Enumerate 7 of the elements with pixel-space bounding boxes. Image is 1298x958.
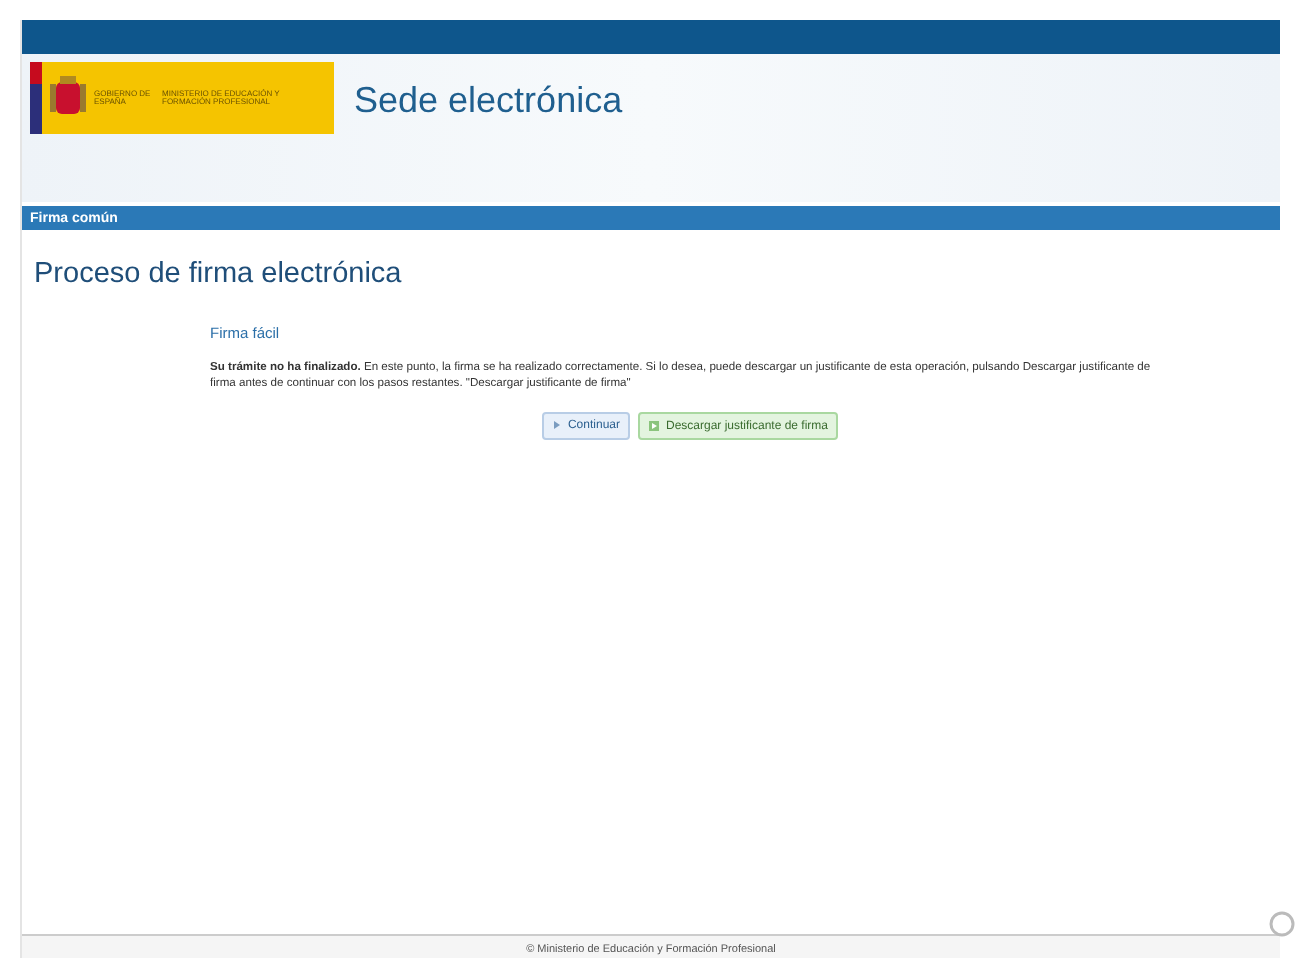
site-title: Sede electrónica: [354, 78, 623, 124]
download-icon: [647, 419, 660, 432]
coat-of-arms-icon: [50, 76, 86, 120]
loading-icon: [1268, 910, 1296, 938]
play-icon: [551, 420, 562, 431]
page-title: Proceso de firma electrónica: [34, 256, 404, 294]
flag-stripe: [30, 62, 42, 134]
